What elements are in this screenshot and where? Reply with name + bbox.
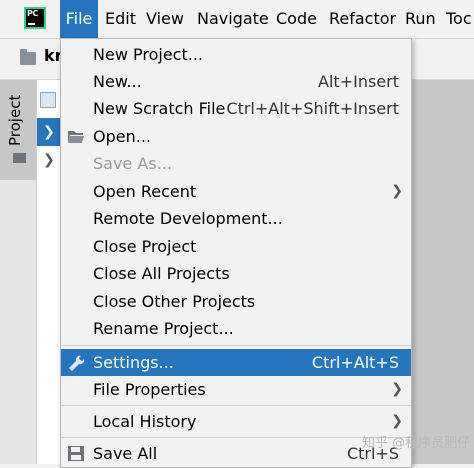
menu-item-save-as: Save As... <box>93 154 172 173</box>
submenu-arrow-icon: ❯ <box>391 381 403 397</box>
save-icon <box>68 446 84 461</box>
menu-code[interactable]: Code <box>276 0 317 38</box>
menu-view[interactable]: View <box>146 0 184 38</box>
menu-separator <box>61 345 411 346</box>
menu-item-new-project[interactable]: New Project... <box>61 41 411 68</box>
menu-item-close-project[interactable]: Close Project <box>61 233 411 260</box>
logo-text: PC <box>27 9 38 18</box>
tree-expand-arrow-icon[interactable]: ❯ <box>37 118 61 146</box>
menu-item-new-scratch-file[interactable]: New Scratch File Ctrl+Alt+Shift+Insert <box>61 95 411 122</box>
menu-item-local-history[interactable]: Local History ❯ <box>61 408 411 435</box>
menu-item-rename-project[interactable]: Rename Project... <box>61 315 411 342</box>
menu-tools[interactable]: Toc <box>446 0 472 38</box>
menu-run[interactable]: Run <box>405 0 436 38</box>
project-tab-label: Project <box>6 94 24 146</box>
menu-item-file-properties[interactable]: File Properties ❯ <box>61 376 411 403</box>
menu-bar: PC File Edit View Navigate Code Refactor… <box>0 0 474 39</box>
submenu-arrow-icon: ❯ <box>391 183 403 199</box>
tree-collapsed-arrow-icon[interactable]: ❯ <box>37 146 61 174</box>
folder-icon <box>20 49 36 65</box>
open-folder-icon <box>68 131 84 143</box>
menu-item-open[interactable]: Open... <box>61 123 411 150</box>
menu-refactor[interactable]: Refactor <box>329 0 396 38</box>
menu-item-new[interactable]: New... Alt+Insert <box>61 68 411 95</box>
pycharm-logo-icon[interactable]: PC <box>24 7 46 29</box>
menu-separator <box>61 405 411 406</box>
menu-edit[interactable]: Edit <box>105 0 136 38</box>
menu-item-close-other-projects[interactable]: Close Other Projects <box>61 288 411 315</box>
menu-file[interactable]: File <box>60 0 98 38</box>
editor-area <box>412 80 474 464</box>
watermark: 知乎 @程序员肥仔 <box>362 436 471 451</box>
menu-item-open-recent[interactable]: Open Recent ❯ <box>61 178 411 205</box>
menu-navigate[interactable]: Navigate <box>197 0 269 38</box>
submenu-arrow-icon: ❯ <box>391 413 403 429</box>
module-icon <box>40 92 56 108</box>
menu-separator <box>61 437 411 438</box>
folder-icon <box>13 153 26 163</box>
wrench-icon <box>69 355 85 371</box>
file-menu-dropdown: New Project... New... Alt+Insert New Scr… <box>60 38 412 468</box>
menu-item-settings[interactable]: Settings... Ctrl+Alt+S <box>61 349 411 376</box>
menu-item-close-all-projects[interactable]: Close All Projects <box>61 260 411 287</box>
menu-item-remote-development[interactable]: Remote Development... <box>61 205 411 232</box>
menu-item-save-all[interactable]: Save All Ctrl+S <box>61 440 411 467</box>
